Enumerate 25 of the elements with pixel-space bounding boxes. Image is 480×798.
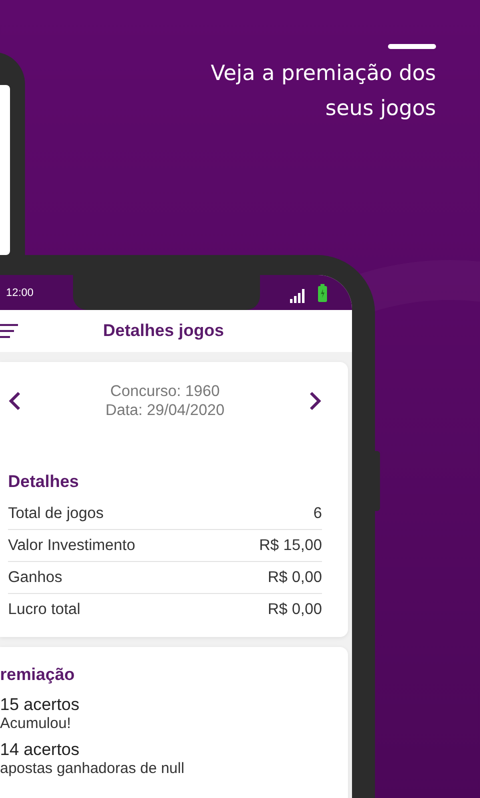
row-value: R$ 0,00 bbox=[268, 600, 322, 618]
contest-number: Concurso: 1960 bbox=[110, 382, 220, 401]
menu-icon[interactable] bbox=[0, 324, 18, 338]
headline: Veja a premiação dos seus jogos bbox=[210, 60, 436, 122]
row-label: Valor Investimento bbox=[8, 536, 136, 554]
row-label: Ganhos bbox=[8, 568, 62, 586]
row-value: R$ 15,00 bbox=[259, 536, 322, 554]
row-value: 6 bbox=[313, 504, 322, 522]
status-time: 12:00 bbox=[6, 287, 34, 299]
next-icon[interactable] bbox=[308, 390, 322, 412]
prize-title: 14 acertos bbox=[0, 740, 80, 760]
prize-description: Acumulou! bbox=[0, 715, 72, 732]
screen-title: Detalhes jogos bbox=[103, 321, 224, 341]
slide-indicator bbox=[388, 44, 436, 49]
row-label: Lucro total bbox=[8, 600, 80, 618]
row-value: R$ 0,00 bbox=[268, 568, 322, 586]
signal-icon bbox=[290, 289, 306, 303]
row-label: Total de jogos bbox=[8, 504, 104, 522]
battery-icon bbox=[318, 284, 327, 302]
section-title: Detalhes bbox=[8, 472, 80, 492]
section-title: remiação bbox=[0, 665, 76, 685]
prize-title: 15 acertos bbox=[0, 695, 80, 715]
previous-icon[interactable] bbox=[8, 390, 22, 412]
draw-date: Data: 29/04/2020 bbox=[106, 401, 224, 420]
prize-description: apostas ganhadoras de null bbox=[0, 760, 186, 777]
